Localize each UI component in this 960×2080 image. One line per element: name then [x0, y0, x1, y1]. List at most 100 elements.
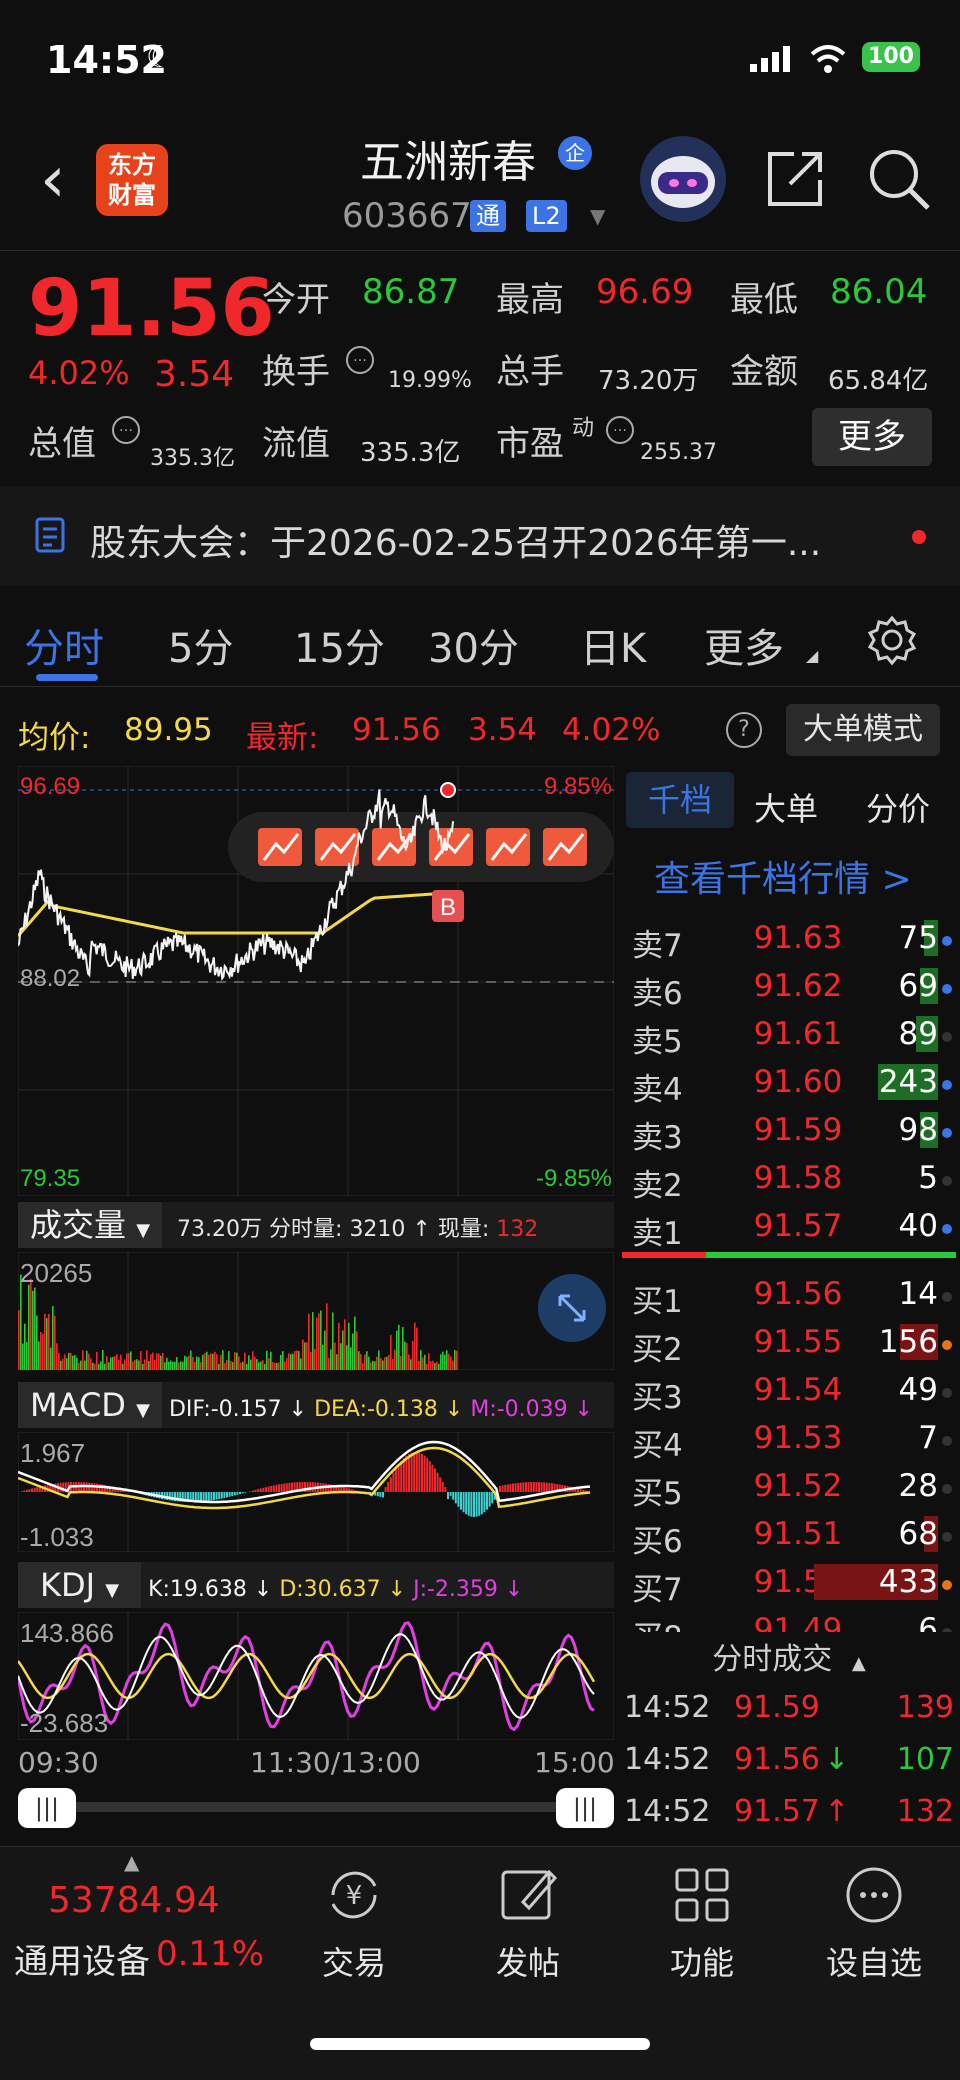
- macd-bar: [221, 1492, 223, 1499]
- tab-thousand-levels[interactable]: 千档: [626, 772, 734, 828]
- ask-row[interactable]: 卖691.6269: [626, 962, 952, 1010]
- ask-row[interactable]: 卖791.6375: [626, 914, 952, 962]
- volume-bar: [26, 1342, 28, 1370]
- settings-gear-icon[interactable]: [866, 614, 918, 666]
- ask-indicator-dot: [942, 1176, 952, 1186]
- volume-bar: [354, 1316, 356, 1370]
- macd-bar: [218, 1492, 220, 1499]
- search-icon[interactable]: [866, 146, 932, 212]
- bid-row[interactable]: 买191.5614: [626, 1270, 952, 1318]
- tab-intraday[interactable]: 分时: [24, 616, 104, 674]
- time-axis-start: 09:30: [18, 1746, 99, 1779]
- volume-bar: [448, 1354, 450, 1370]
- price-chart[interactable]: B 96.69 9.85% 88.02 79.35 -9.85%: [18, 766, 614, 1196]
- tab-5min[interactable]: 5分: [168, 616, 233, 674]
- back-button[interactable]: ‹: [40, 150, 66, 210]
- index-percent[interactable]: 0.11%: [156, 1934, 264, 1974]
- bid-row[interactable]: 买591.5228: [626, 1462, 952, 1510]
- ask-row[interactable]: 卖291.585: [626, 1154, 952, 1202]
- volume-chart[interactable]: 20265: [18, 1252, 614, 1370]
- status-bar: 14:52 ☾ 100: [0, 0, 960, 110]
- macd-bar: [476, 1492, 478, 1517]
- macd-selector[interactable]: MACD ▼: [18, 1382, 162, 1428]
- moon-icon: ☾: [146, 40, 173, 75]
- info-icon[interactable]: …: [346, 346, 374, 374]
- macd-bar: [390, 1477, 392, 1492]
- macd-bar: [327, 1484, 329, 1492]
- ask-row[interactable]: 卖591.6189: [626, 1010, 952, 1058]
- info-icon[interactable]: …: [606, 416, 634, 444]
- info-icon[interactable]: …: [112, 416, 140, 444]
- ask-row[interactable]: 卖491.60243: [626, 1058, 952, 1106]
- help-icon[interactable]: ?: [726, 712, 762, 748]
- float-label: 流值: [262, 416, 330, 465]
- bid-row[interactable]: 买491.537: [626, 1414, 952, 1462]
- index-value[interactable]: 53784.94: [48, 1880, 220, 1921]
- big-order-mode-button[interactable]: 大单模式: [786, 704, 940, 756]
- nav-add-watchlist[interactable]: 设自选: [814, 1860, 934, 1984]
- pe-sup: 动: [572, 410, 594, 442]
- tab-15min[interactable]: 15分: [294, 616, 385, 674]
- volume-bar: [100, 1361, 102, 1370]
- volume-bar: [198, 1357, 200, 1370]
- bid-row[interactable]: 买891.496: [626, 1606, 952, 1632]
- volume-bar: [310, 1352, 312, 1370]
- ask-price: 91.63: [738, 920, 858, 956]
- range-slider-track[interactable]: [40, 1802, 592, 1812]
- tab-daily-k[interactable]: 日K: [580, 616, 646, 674]
- volume-bar: [154, 1360, 156, 1370]
- more-button[interactable]: 更多: [812, 408, 932, 466]
- tab-price-dist[interactable]: 分价: [866, 784, 930, 830]
- volume-bar: [108, 1362, 110, 1370]
- view-levels-link[interactable]: 查看千档行情 >: [654, 850, 912, 902]
- code-dropdown-icon[interactable]: ▼: [590, 204, 605, 228]
- volume-bar: [128, 1353, 130, 1370]
- volume-selector[interactable]: 成交量 ▼: [18, 1202, 162, 1248]
- macd-bar: [23, 1491, 25, 1492]
- tab-30min[interactable]: 30分: [428, 616, 519, 674]
- volume-bar: [276, 1363, 278, 1370]
- macd-bar: [411, 1453, 413, 1492]
- tab-more[interactable]: 更多: [704, 616, 784, 674]
- bid-row[interactable]: 买391.5449: [626, 1366, 952, 1414]
- volume-bar: [264, 1364, 266, 1370]
- nav-trade-label: 交易: [294, 1938, 414, 1984]
- share-icon[interactable]: [764, 146, 828, 210]
- chevron-up-icon[interactable]: ▲: [124, 1850, 139, 1874]
- volume-bar: [152, 1353, 154, 1370]
- tab-big-order[interactable]: 大单: [754, 784, 818, 830]
- ask-row[interactable]: 卖391.5998: [626, 1106, 952, 1154]
- range-handle-left[interactable]: |||: [18, 1788, 76, 1828]
- index-name[interactable]: 通用设备: [14, 1934, 150, 1983]
- connect-tag: 通: [470, 200, 506, 232]
- nav-functions[interactable]: 功能: [642, 1860, 762, 1984]
- volume-value: 73.20万: [598, 360, 698, 397]
- volume-bar: [384, 1357, 386, 1370]
- volume-bar: [358, 1351, 360, 1370]
- volume-bar: [162, 1353, 164, 1370]
- volume-bar: [288, 1353, 290, 1370]
- range-handle-right[interactable]: |||: [556, 1788, 614, 1828]
- volume-bar: [406, 1343, 408, 1370]
- tick-price: 91.57: [734, 1794, 820, 1829]
- ask-row[interactable]: 卖191.5740: [626, 1202, 952, 1250]
- nav-trade[interactable]: ¥ 交易: [294, 1860, 414, 1984]
- kdj-selector[interactable]: KDJ ▼: [18, 1562, 141, 1608]
- bid-row[interactable]: 买791.50433: [626, 1558, 952, 1606]
- nav-post[interactable]: 发帖: [468, 1860, 588, 1984]
- bid-row[interactable]: 买291.55156: [626, 1318, 952, 1366]
- notice-bar[interactable]: 股东大会：于2026-02-25召开2026年第一...: [0, 486, 960, 586]
- robot-assistant-icon[interactable]: [640, 136, 726, 222]
- tick-trades-header[interactable]: 分时成交 ▲: [618, 1634, 960, 1684]
- macd-chart[interactable]: 1.967 -1.033: [18, 1432, 614, 1552]
- volume-bar: [318, 1313, 320, 1370]
- volume-bar: [30, 1279, 32, 1370]
- intraday-chart-area[interactable]: B 96.69 9.85% 88.02 79.35 -9.85% 成交量 ▼ 7…: [18, 766, 614, 1836]
- tick-arrow: ↓: [824, 1742, 849, 1777]
- bid-row[interactable]: 买691.5168: [626, 1510, 952, 1558]
- kdj-chart[interactable]: 143.866 -23.683: [18, 1612, 614, 1740]
- volume-bar: [372, 1361, 374, 1370]
- bid-ask-ratio-bar: [622, 1252, 956, 1258]
- volume-bar: [72, 1356, 74, 1370]
- macd-bar: [400, 1461, 402, 1492]
